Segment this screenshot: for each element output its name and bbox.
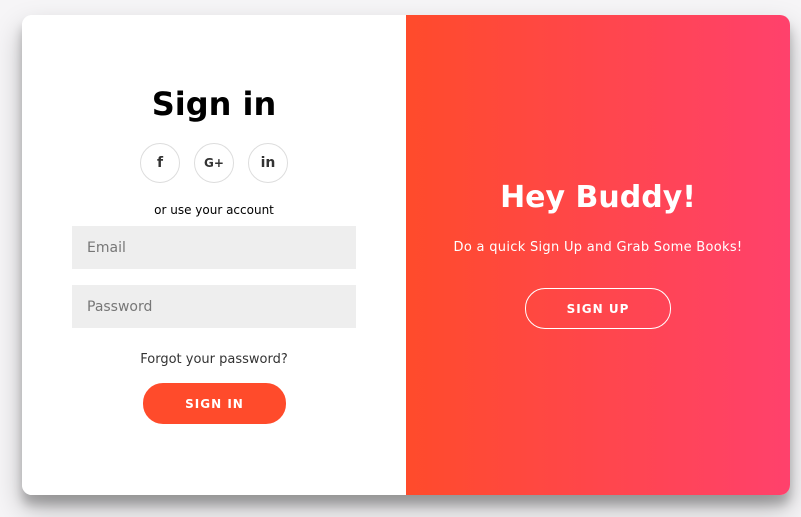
overlay-title: Hey Buddy!	[500, 180, 696, 215]
linkedin-icon: in	[260, 155, 276, 171]
google-plus-button[interactable]: G+	[194, 143, 234, 183]
email-input[interactable]	[72, 226, 356, 269]
sign-in-title: Sign in	[151, 85, 277, 123]
overlay-panel: Hey Buddy! Do a quick Sign Up and Grab S…	[406, 15, 790, 495]
auth-card: Sign in f G+ in or use your account Forg…	[22, 15, 790, 495]
or-use-account-text: or use your account	[154, 203, 274, 217]
overlay-tagline: Do a quick Sign Up and Grab Some Books!	[453, 240, 743, 255]
google-plus-icon: G+	[204, 156, 224, 170]
forgot-password-link[interactable]: Forgot your password?	[22, 352, 406, 367]
sign-up-button[interactable]: SIGN UP	[525, 288, 671, 329]
facebook-icon: f	[156, 155, 164, 171]
sign-in-button[interactable]: SIGN IN	[143, 383, 286, 424]
sign-in-panel: Sign in f G+ in or use your account Forg…	[22, 15, 406, 495]
linkedin-button[interactable]: in	[248, 143, 288, 183]
facebook-button[interactable]: f	[140, 143, 180, 183]
password-input[interactable]	[72, 285, 356, 328]
